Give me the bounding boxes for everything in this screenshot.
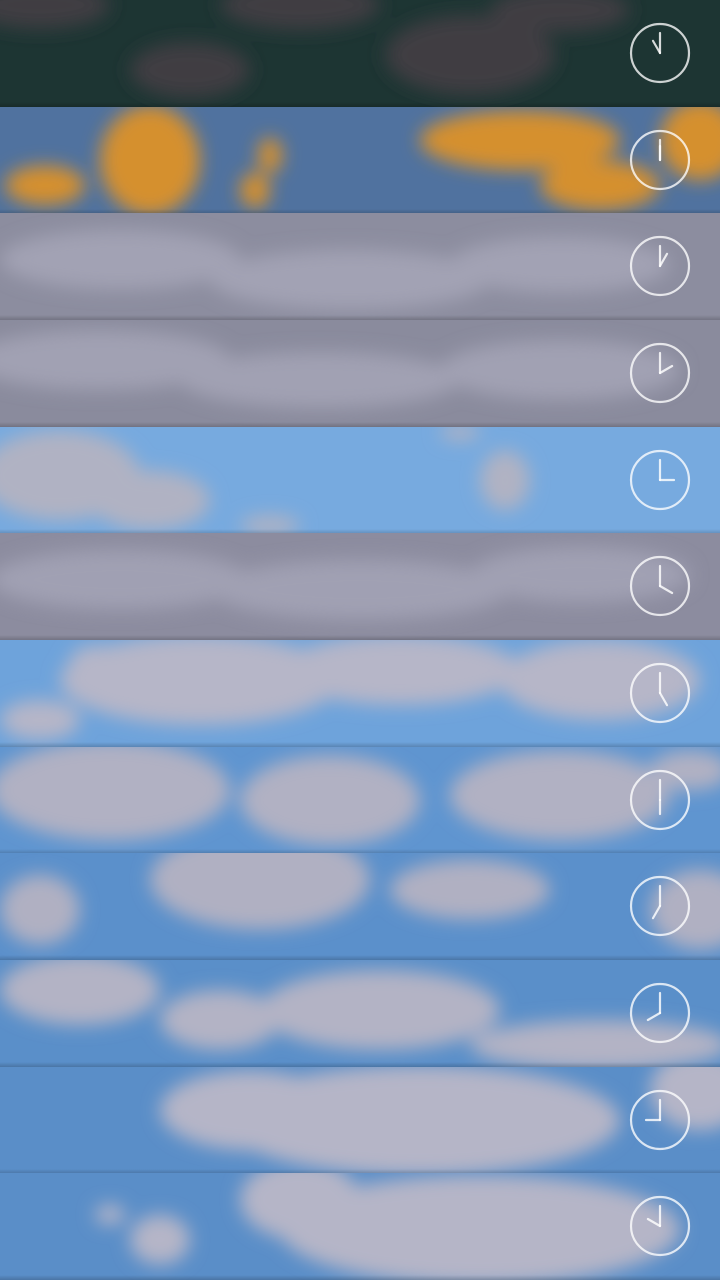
clock-icon[interactable]: [629, 555, 691, 617]
sky-overcast: [0, 213, 720, 321]
sky-partly-cloudy: [0, 853, 720, 961]
sky-partly-cloudy: [0, 640, 720, 747]
hour-row-10[interactable]: [0, 1066, 720, 1174]
sky-partly-cloudy: [0, 960, 720, 1067]
hour-row-9[interactable]: [0, 960, 720, 1067]
sky-partly-cloudy: [0, 1173, 720, 1280]
hour-row-6[interactable]: [0, 640, 720, 747]
clock-icon[interactable]: [629, 1195, 691, 1257]
hour-row-7[interactable]: [0, 746, 720, 854]
hour-row-4[interactable]: [0, 426, 720, 534]
hour-row-8[interactable]: [0, 853, 720, 961]
hour-row-1[interactable]: [0, 106, 720, 214]
hour-row-5[interactable]: [0, 533, 720, 641]
clock-icon[interactable]: [629, 129, 691, 191]
hour-row-2[interactable]: [0, 213, 720, 321]
hourly-forecast-list: [0, 0, 720, 1280]
sky-partly-cloudy: [0, 746, 720, 854]
clock-icon[interactable]: [629, 982, 691, 1044]
clock-icon[interactable]: [629, 769, 691, 831]
hour-row-0[interactable]: [0, 0, 720, 107]
sky-overcast: [0, 320, 720, 427]
clock-icon[interactable]: [629, 235, 691, 297]
clock-icon[interactable]: [629, 449, 691, 511]
hour-row-11[interactable]: [0, 1173, 720, 1280]
clock-icon[interactable]: [629, 662, 691, 724]
clock-icon[interactable]: [629, 342, 691, 404]
clock-icon[interactable]: [629, 1089, 691, 1151]
sky-night-storm: [0, 0, 720, 107]
sky-partly-cloudy: [0, 1066, 720, 1174]
sky-overcast: [0, 533, 720, 641]
sky-mostly-clear: [0, 426, 720, 534]
sky-dusk-orange: [0, 106, 720, 214]
hour-row-3[interactable]: [0, 320, 720, 427]
clock-icon[interactable]: [629, 875, 691, 937]
clock-icon[interactable]: [629, 22, 691, 84]
